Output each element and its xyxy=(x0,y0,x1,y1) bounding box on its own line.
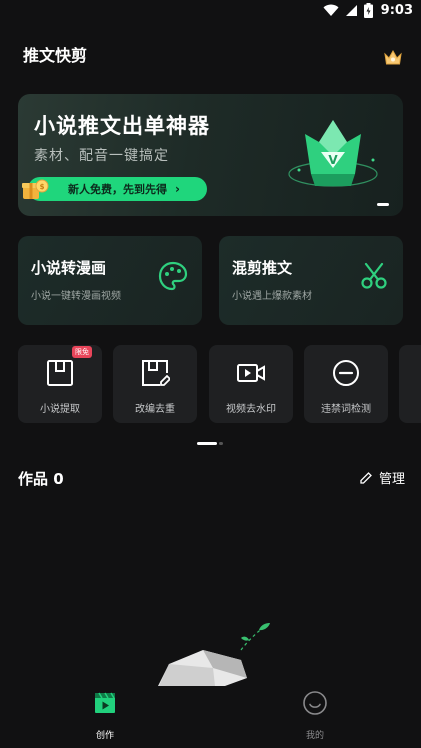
wifi-icon xyxy=(323,4,339,16)
banner-subtitle: 素材、配音一键搞定 xyxy=(34,148,169,164)
clapperboard-icon xyxy=(95,692,115,713)
status-bar: 9:03 xyxy=(0,0,421,24)
scissors-icon xyxy=(361,262,387,289)
tool-label: 视频去水印 xyxy=(226,404,276,415)
manage-label: 管理 xyxy=(378,472,405,487)
tool-remove-watermark[interactable]: 视频去水印 xyxy=(209,345,293,423)
tab-create[interactable]: 创作 xyxy=(75,690,135,741)
minus-circle-icon xyxy=(333,360,359,386)
pencil-icon xyxy=(360,471,372,484)
banner-cta-label: 新人免费，先到先得 xyxy=(68,183,167,196)
tool-banned-words-check[interactable]: 违禁词检测 xyxy=(304,345,388,423)
tools-page-indicator xyxy=(197,442,223,445)
tab-label: 创作 xyxy=(95,731,114,741)
gift-coin-icon: $ xyxy=(22,179,49,199)
tool-label: 违禁词检测 xyxy=(321,404,371,415)
free-badge: 限免 xyxy=(72,346,92,358)
tool-partial[interactable] xyxy=(399,345,421,423)
svg-text:V: V xyxy=(328,153,338,167)
banner-page-indicator xyxy=(377,203,389,206)
gem-crown-icon: V xyxy=(288,120,378,187)
edit-save-icon xyxy=(142,360,170,386)
smiley-icon xyxy=(303,691,327,715)
promo-banner[interactable]: 小说推文出单神器 素材、配音一键搞定 新人免费，先到先得 › V xyxy=(18,94,403,216)
tool-novel-extract[interactable]: 限免 小说提取 xyxy=(18,345,102,423)
palette-icon xyxy=(158,261,188,291)
feature-title: 混剪推文 xyxy=(232,259,293,277)
tab-label: 我的 xyxy=(305,731,324,741)
feature-title: 小说转漫画 xyxy=(31,259,107,277)
empty-box-illustration xyxy=(158,623,270,686)
app-title: 推文快剪 xyxy=(23,42,90,67)
manage-button[interactable]: 管理 xyxy=(359,468,405,487)
bottom-tabbar: 创作 我的 xyxy=(0,686,421,748)
crown-icon[interactable] xyxy=(383,48,403,68)
feature-subtitle: 小说遇上爆款素材 xyxy=(232,291,312,302)
tool-label: 改编去重 xyxy=(135,404,175,415)
svg-text:$: $ xyxy=(40,183,45,191)
works-title: 作品 0 xyxy=(18,470,64,488)
tools-row[interactable]: 限免 小说提取 改编去重 视频去水印 违禁词检测 xyxy=(18,345,421,423)
battery-icon xyxy=(363,3,373,18)
signal-icon xyxy=(345,5,357,16)
tool-label: 小说提取 xyxy=(40,404,80,415)
feature-novel-to-comic[interactable]: 小说转漫画 小说一键转漫画视频 xyxy=(18,236,202,325)
chevron-right-icon: › xyxy=(175,182,180,196)
video-camera-icon xyxy=(237,364,265,382)
status-time: 9:03 xyxy=(380,3,413,18)
feature-subtitle: 小说一键转漫画视频 xyxy=(31,291,121,302)
status-icons: 9:03 xyxy=(323,3,413,18)
feature-mix-cut[interactable]: 混剪推文 小说遇上爆款素材 xyxy=(219,236,403,325)
app-header: 推文快剪 xyxy=(23,42,403,70)
banner-cta-button[interactable]: 新人免费，先到先得 › xyxy=(28,177,207,201)
banner-title: 小说推文出单神器 xyxy=(34,114,210,138)
extract-icon xyxy=(47,360,73,386)
tool-rewrite-dedupe[interactable]: 改编去重 xyxy=(113,345,197,423)
tab-mine[interactable]: 我的 xyxy=(285,690,345,741)
